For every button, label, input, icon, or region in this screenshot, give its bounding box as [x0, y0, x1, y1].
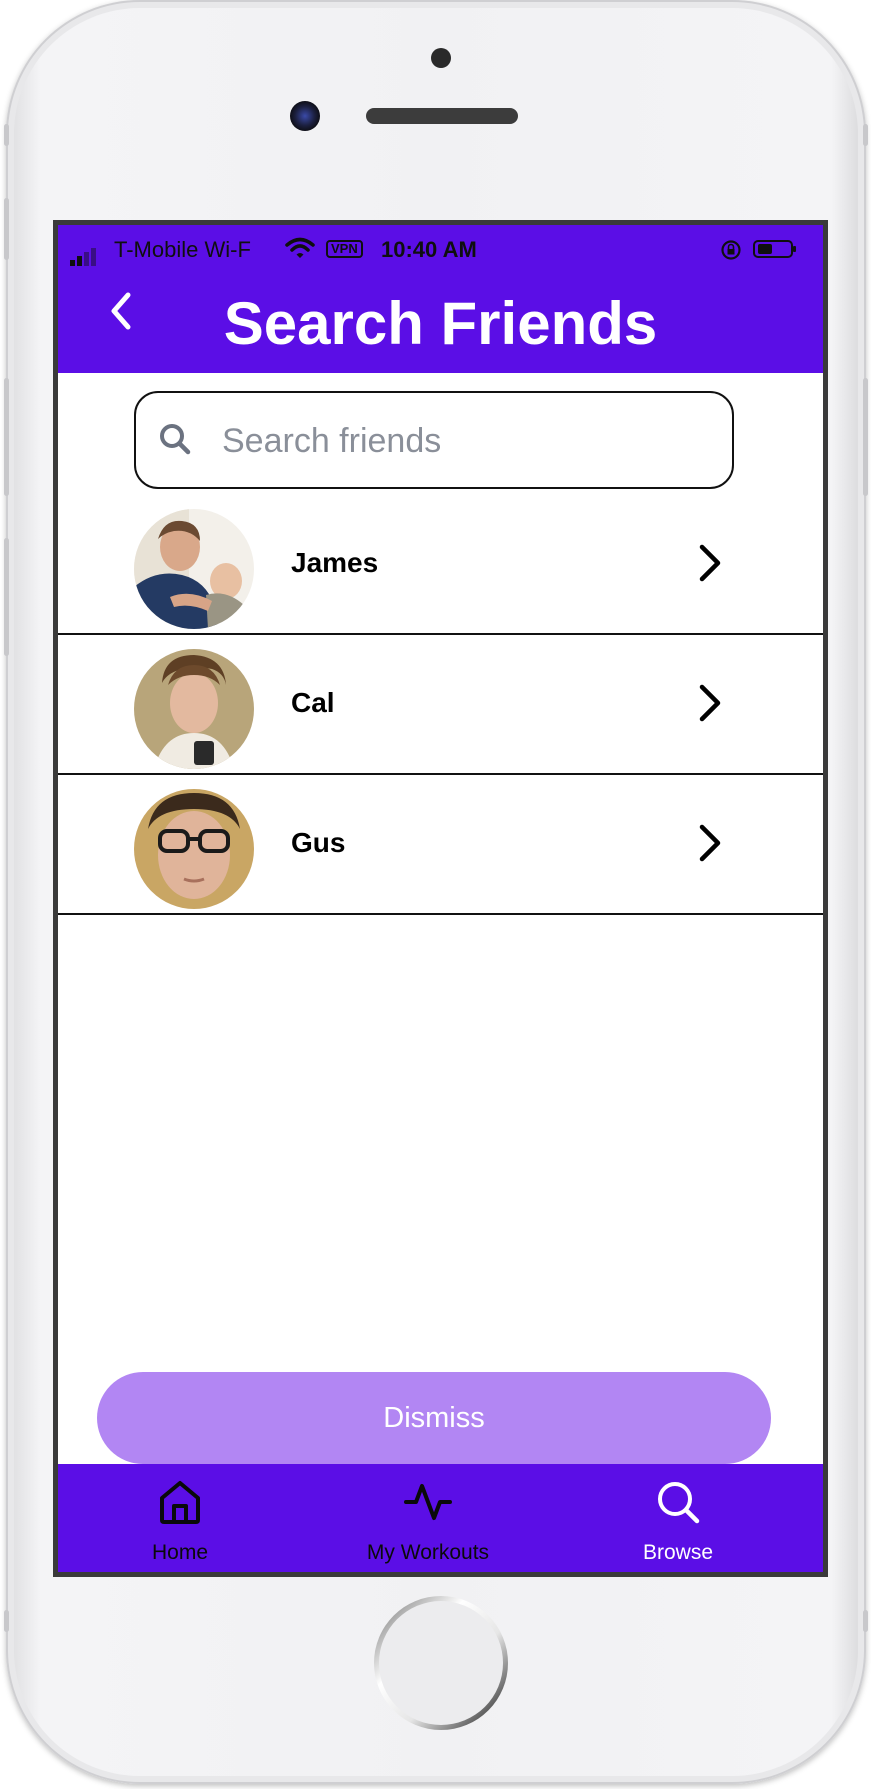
search-input[interactable] — [220, 411, 704, 471]
friend-row-gus[interactable]: Gus — [58, 775, 823, 915]
friend-name: Gus — [291, 827, 346, 858]
carrier-label: T-Mobile Wi-F — [114, 237, 251, 262]
left-edge-bottom — [4, 1610, 9, 1632]
avatar-cal — [134, 649, 254, 769]
mute-switch — [4, 124, 9, 146]
earpiece-speaker — [366, 108, 518, 124]
chevron-right-icon — [698, 543, 722, 588]
activity-icon — [404, 1478, 452, 1531]
volume-up-button — [4, 198, 9, 260]
dismiss-button[interactable]: Dismiss — [97, 1372, 771, 1464]
search-icon — [156, 420, 196, 465]
tab-bar: Home My Workouts Browse — [58, 1464, 823, 1572]
avatar-james — [134, 509, 254, 629]
volume-down-button — [4, 378, 9, 496]
page-title: Search Friends — [223, 290, 658, 357]
side-button-2 — [4, 538, 9, 656]
battery-icon — [753, 240, 796, 258]
tab-browse[interactable]: Browse — [578, 1464, 778, 1572]
friend-row-cal[interactable]: Cal — [58, 635, 823, 775]
search-icon — [654, 1478, 702, 1531]
friend-name: James — [291, 547, 379, 578]
orientation-lock-icon — [720, 239, 742, 267]
chevron-right-icon — [698, 683, 722, 728]
right-edge-top — [863, 124, 868, 146]
tab-home[interactable]: Home — [80, 1464, 280, 1572]
friend-name: Cal — [291, 687, 335, 718]
proximity-sensor — [431, 48, 451, 68]
avatar-gus — [134, 789, 254, 909]
tab-home-label: Home — [151, 1541, 209, 1564]
status-time: 10:40 AM — [381, 237, 477, 262]
tab-my-workouts[interactable]: My Workouts — [328, 1464, 528, 1572]
tab-browse-label: Browse — [642, 1541, 714, 1564]
chevron-right-icon — [698, 823, 722, 868]
wifi-icon — [285, 237, 315, 265]
app-screen: T-Mobile Wi-F VPN 10:40 AM Search Friend… — [53, 220, 828, 1577]
front-camera — [290, 101, 320, 131]
tab-my-workouts-label: My Workouts — [366, 1541, 490, 1564]
home-icon — [156, 1478, 204, 1531]
friend-row-james[interactable]: James — [58, 495, 823, 635]
power-button — [863, 378, 868, 496]
status-bar: T-Mobile Wi-F VPN 10:40 AM — [58, 233, 823, 266]
header: T-Mobile Wi-F VPN 10:40 AM Search Friend… — [58, 225, 823, 373]
search-bar[interactable] — [134, 391, 734, 489]
right-edge-bottom — [863, 1610, 868, 1632]
home-button[interactable] — [374, 1596, 508, 1730]
vpn-badge: VPN — [326, 240, 363, 258]
signal-icon — [70, 240, 98, 266]
